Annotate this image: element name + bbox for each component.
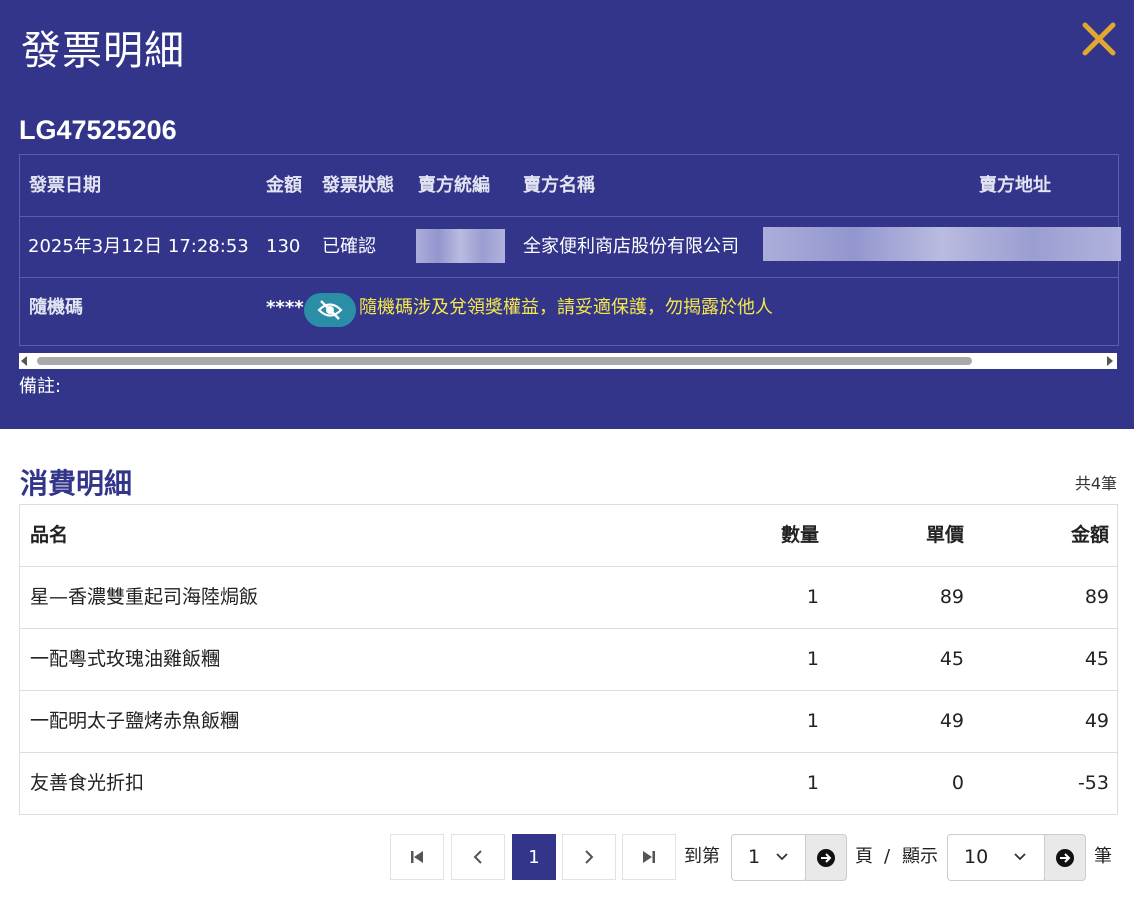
scroll-right-icon[interactable] — [1107, 356, 1113, 366]
item-amount: -53 — [1077, 772, 1109, 794]
col-seller-address: 賣方地址 — [979, 175, 1051, 196]
random-code-warning: 隨機碼涉及兌領獎權益，請妥適保護，勿揭露於他人 — [359, 297, 773, 318]
show-label: 顯示 — [902, 846, 938, 867]
chevron-down-icon — [776, 853, 788, 861]
apply-size-button[interactable] — [1044, 834, 1086, 881]
invoice-number: LG47525206 — [19, 115, 177, 145]
item-quantity: 1 — [806, 772, 819, 794]
first-page-icon — [411, 851, 423, 863]
go-page-button[interactable] — [805, 834, 847, 881]
item-name: 一配粵式玫瑰油雞飯糰 — [30, 648, 221, 670]
first-page-button[interactable] — [390, 834, 444, 880]
page-label: 頁 — [855, 846, 873, 867]
item-name: 一配明太子鹽烤赤魚飯糰 — [30, 710, 240, 732]
col-seller-name: 賣方名稱 — [523, 175, 595, 196]
unit-label: 筆 — [1094, 846, 1112, 867]
table-header-row: 品名 數量 單價 金額 — [20, 505, 1117, 567]
item-quantity: 1 — [806, 586, 819, 608]
item-unit-price: 49 — [939, 710, 964, 732]
col-item-name: 品名 — [30, 524, 69, 546]
prev-page-button[interactable] — [451, 834, 505, 880]
col-date: 發票日期 — [29, 175, 101, 196]
item-name: 友善食光折扣 — [30, 772, 145, 794]
redacted-seller-address — [763, 227, 1121, 261]
invoice-amount: 130 — [266, 236, 301, 257]
page-1-button[interactable]: 1 — [512, 834, 556, 880]
item-unit-price: 0 — [951, 772, 964, 794]
invoice-status: 已確認 — [322, 236, 376, 257]
page-select[interactable]: 1 — [731, 834, 807, 881]
page-size-select[interactable]: 10 — [947, 834, 1046, 881]
page-select-value: 1 — [748, 846, 761, 868]
item-quantity: 1 — [806, 710, 819, 732]
toggle-visibility-button[interactable] — [304, 293, 356, 327]
page-title: 發票明細 — [21, 28, 185, 74]
chevron-left-icon — [473, 850, 482, 864]
table-header-row: 發票日期 金額 發票狀態 賣方統編 賣方名稱 賣方地址 — [20, 155, 1118, 217]
item-unit-price: 45 — [939, 648, 964, 670]
col-amount: 金額 — [1070, 524, 1109, 546]
invoice-date: 2025年3月12日 17:28:53 — [28, 236, 249, 257]
col-amount: 金額 — [266, 175, 302, 196]
memo-label: 備註: — [19, 376, 62, 397]
item-name: 星—香濃雙重起司海陸焗飯 — [30, 586, 259, 608]
col-status: 發票狀態 — [322, 175, 394, 196]
chevron-down-icon — [1014, 853, 1026, 861]
separator: / — [884, 846, 891, 867]
record-count: 共4筆 — [1074, 474, 1117, 493]
random-code-value: **** — [266, 297, 304, 318]
table-row: 一配粵式玫瑰油雞飯糰 1 45 45 — [20, 629, 1117, 691]
last-page-icon — [643, 851, 655, 863]
item-amount: 89 — [1084, 586, 1109, 608]
chevron-right-icon — [585, 850, 594, 864]
arrow-right-circle-icon — [1056, 848, 1074, 867]
invoice-header-panel: 發票明細 LG47525206 發票日期 金額 發票狀態 賣方統編 賣方名稱 賣… — [0, 0, 1134, 429]
item-amount: 45 — [1084, 648, 1109, 670]
close-icon[interactable] — [1080, 20, 1118, 58]
section-title: 消費明細 — [20, 467, 133, 500]
table-row: 一配明太子鹽烤赤魚飯糰 1 49 49 — [20, 691, 1117, 753]
next-page-button[interactable] — [562, 834, 616, 880]
horizontal-scrollbar[interactable] — [19, 353, 1117, 369]
col-quantity: 數量 — [780, 524, 819, 546]
scroll-thumb[interactable] — [37, 357, 972, 365]
redacted-seller-id — [416, 229, 505, 263]
item-unit-price: 89 — [939, 586, 964, 608]
table-row: 星—香濃雙重起司海陸焗飯 1 89 89 — [20, 567, 1117, 629]
table-row: 友善食光折扣 1 0 -53 — [20, 753, 1117, 814]
items-table: 品名 數量 單價 金額 星—香濃雙重起司海陸焗飯 1 89 89 一配粵式玫瑰油… — [19, 504, 1118, 815]
col-seller-id: 賣方統編 — [418, 175, 490, 196]
page-size-value: 10 — [964, 846, 989, 868]
random-code-label: 隨機碼 — [29, 297, 83, 318]
item-quantity: 1 — [806, 648, 819, 670]
arrow-right-circle-icon — [817, 848, 835, 867]
last-page-button[interactable] — [622, 834, 676, 880]
seller-name: 全家便利商店股份有限公司 — [523, 236, 739, 257]
goto-label: 到第 — [684, 846, 720, 867]
scroll-left-icon[interactable] — [21, 356, 27, 366]
item-amount: 49 — [1084, 710, 1109, 732]
col-unit-price: 單價 — [925, 524, 964, 546]
